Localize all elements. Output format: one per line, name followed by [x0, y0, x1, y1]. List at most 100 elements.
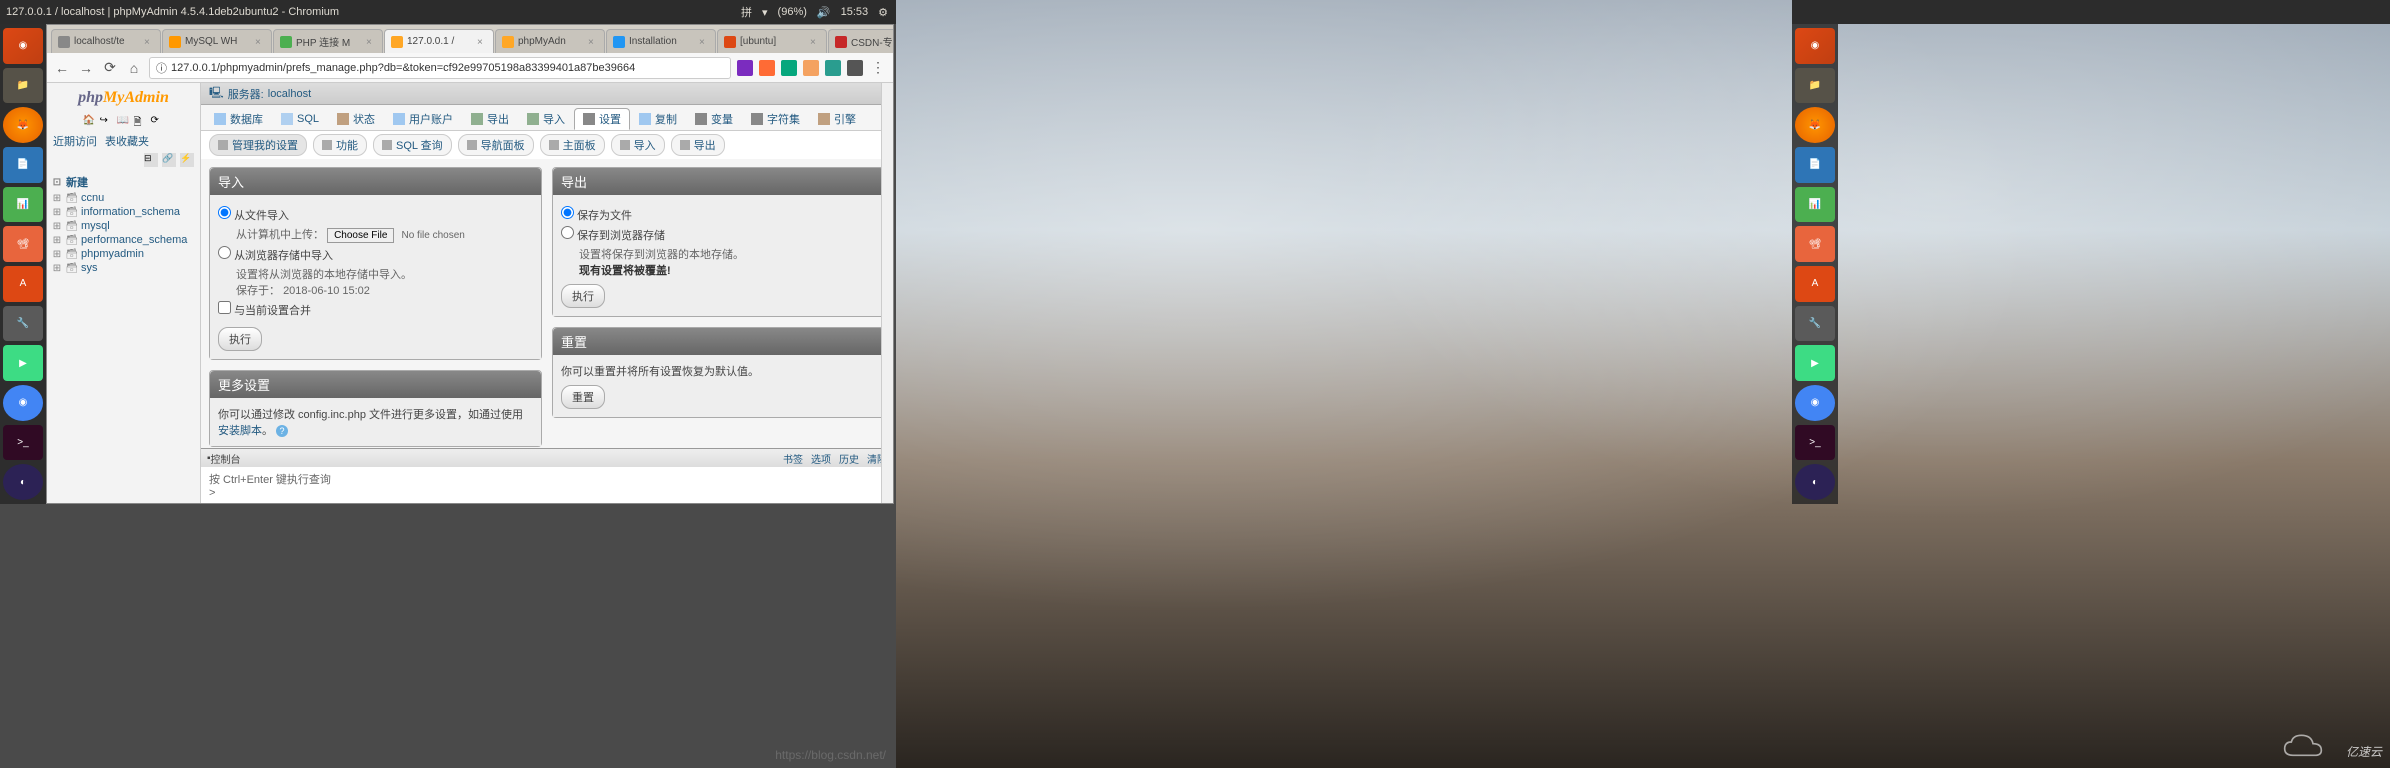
url-input[interactable]: ⓘ 127.0.0.1/phpmyadmin/prefs_manage.php?… — [149, 57, 731, 79]
eclipse-icon[interactable]: ◐ — [3, 464, 43, 500]
browser-tab[interactable]: localhost/te× — [51, 29, 161, 53]
clock[interactable]: 15:53 — [841, 6, 869, 18]
install-script-link[interactable]: 安装脚本 — [218, 425, 262, 437]
close-icon[interactable]: × — [699, 37, 709, 47]
reset-button[interactable]: 重置 — [561, 385, 605, 409]
pma-subtab[interactable]: 管理我的设置 — [209, 134, 307, 156]
db-tree-item[interactable]: ⊞🗃information_schema — [51, 205, 196, 219]
pma-subtab[interactable]: 导航面板 — [458, 134, 534, 156]
import-from-file[interactable]: 从文件导入 — [218, 206, 533, 223]
android-studio-icon[interactable]: ▶ — [3, 345, 43, 381]
merge-checkbox[interactable] — [218, 301, 231, 314]
merge-option[interactable]: 与当前设置合并 — [218, 301, 533, 318]
settings-icon[interactable]: 🔧 — [3, 306, 43, 342]
export-exec-button[interactable]: 执行 — [561, 284, 605, 308]
pma-tab[interactable]: 引擎 — [809, 108, 865, 130]
browser-tab[interactable]: 127.0.0.1 /× — [384, 29, 494, 53]
pma-tab[interactable]: 导出 — [462, 108, 518, 130]
logout-icon[interactable]: ↪ — [100, 115, 114, 129]
recent-link[interactable]: 近期访问 — [53, 133, 97, 149]
pma-tab[interactable]: 设置 — [574, 108, 630, 130]
import-exec-button[interactable]: 执行 — [218, 327, 262, 351]
choose-file-button[interactable]: Choose File — [327, 228, 394, 243]
console-link[interactable]: 书签 — [783, 451, 803, 466]
expand-icon[interactable]: ⊞ — [51, 220, 63, 232]
import-file-radio[interactable] — [218, 206, 231, 219]
pma-tab[interactable]: 数据库 — [205, 108, 272, 130]
import-from-browser[interactable]: 从浏览器存储中导入 — [218, 246, 533, 263]
keyboard-indicator[interactable]: 拼 — [741, 4, 752, 20]
terminal-icon[interactable]: >_ — [3, 425, 43, 461]
pma-subtab[interactable]: 导出 — [671, 134, 725, 156]
pma-subtab[interactable]: 功能 — [313, 134, 367, 156]
db-tree-item[interactable]: ⊞🗃sys — [51, 261, 196, 275]
close-icon[interactable]: × — [144, 37, 154, 47]
calc-icon[interactable]: 📊 — [3, 187, 43, 223]
link-icon[interactable]: 🔗 — [162, 153, 176, 167]
firefox-icon[interactable]: 🦊 — [3, 107, 43, 143]
android-studio-icon-r[interactable]: ▶ — [1795, 345, 1835, 381]
dash-icon-r[interactable]: ◉ — [1795, 28, 1835, 64]
pma-tab[interactable]: 复制 — [630, 108, 686, 130]
tree-new[interactable]: ⊡ 新建 — [51, 173, 196, 191]
extension-icon[interactable] — [847, 60, 863, 76]
software-icon-r[interactable]: A — [1795, 266, 1835, 302]
chromium-icon-r[interactable]: ◉ — [1795, 385, 1835, 421]
browser-tab[interactable]: Installation× — [606, 29, 716, 53]
db-tree-item[interactable]: ⊞🗃performance_schema — [51, 233, 196, 247]
db-tree-item[interactable]: ⊞🗃mysql — [51, 219, 196, 233]
software-icon[interactable]: A — [3, 266, 43, 302]
sound-icon[interactable]: 🔊 — [817, 6, 831, 19]
calc-icon-r[interactable]: 📊 — [1795, 187, 1835, 223]
extension-icon[interactable] — [781, 60, 797, 76]
expand-icon[interactable]: ⊞ — [51, 206, 63, 218]
filter-icon[interactable]: ⚡ — [180, 153, 194, 167]
docs-icon[interactable]: 📖 — [117, 115, 131, 129]
menu-icon[interactable]: ⋮ — [869, 59, 887, 77]
gear-icon[interactable]: ⚙ — [878, 6, 888, 19]
expand-icon[interactable]: ⊞ — [51, 248, 63, 260]
pma-subtab[interactable]: 导入 — [611, 134, 665, 156]
export-file-radio[interactable] — [561, 206, 574, 219]
help-icon[interactable]: ? — [276, 425, 288, 437]
console-link[interactable]: 选项 — [811, 451, 831, 466]
console-link[interactable]: 历史 — [839, 451, 859, 466]
scrollbar[interactable] — [881, 83, 893, 503]
server-link[interactable]: localhost — [268, 88, 311, 100]
extension-icon[interactable] — [825, 60, 841, 76]
close-icon[interactable]: × — [255, 37, 265, 47]
pma-tab[interactable]: 状态 — [328, 108, 384, 130]
home-button[interactable]: ⌂ — [125, 59, 143, 77]
expand-icon[interactable]: ⊞ — [51, 262, 63, 274]
forward-button[interactable]: → — [77, 59, 95, 77]
export-file[interactable]: 保存为文件 — [561, 206, 876, 223]
files-icon-r[interactable]: 📁 — [1795, 68, 1835, 104]
writer-icon-r[interactable]: 📄 — [1795, 147, 1835, 183]
pma-subtab[interactable]: SQL 查询 — [373, 134, 452, 156]
settings-icon-r[interactable]: 🔧 — [1795, 306, 1835, 342]
import-browser-radio[interactable] — [218, 246, 231, 259]
firefox-icon-r[interactable]: 🦊 — [1795, 107, 1835, 143]
extension-icon[interactable] — [759, 60, 775, 76]
browser-tab[interactable]: MySQL WH× — [162, 29, 272, 53]
close-icon[interactable]: × — [810, 37, 820, 47]
extension-icon[interactable] — [737, 60, 753, 76]
db-tree-item[interactable]: ⊞🗃phpmyadmin — [51, 247, 196, 261]
fav-link[interactable]: 表收藏夹 — [105, 133, 149, 149]
terminal-icon-r[interactable]: >_ — [1795, 425, 1835, 461]
browser-tab[interactable]: phpMyAdn× — [495, 29, 605, 53]
info-icon[interactable]: ⓘ — [156, 60, 167, 76]
console-body[interactable]: 按 Ctrl+Enter 键执行查询 > — [201, 467, 893, 503]
export-browser[interactable]: 保存到浏览器存储 — [561, 226, 876, 243]
expand-icon[interactable]: ⊞ — [51, 192, 63, 204]
back-button[interactable]: ← — [53, 59, 71, 77]
impress-icon-r[interactable]: 📽 — [1795, 226, 1835, 262]
writer-icon[interactable]: 📄 — [3, 147, 43, 183]
pma-tab[interactable]: SQL — [272, 108, 328, 130]
close-icon[interactable]: × — [366, 37, 376, 47]
network-icon[interactable]: ▾ — [762, 6, 768, 19]
pma-tab[interactable]: 用户账户 — [384, 108, 462, 130]
export-browser-radio[interactable] — [561, 226, 574, 239]
pma-tab[interactable]: 导入 — [518, 108, 574, 130]
chromium-icon[interactable]: ◉ — [3, 385, 43, 421]
